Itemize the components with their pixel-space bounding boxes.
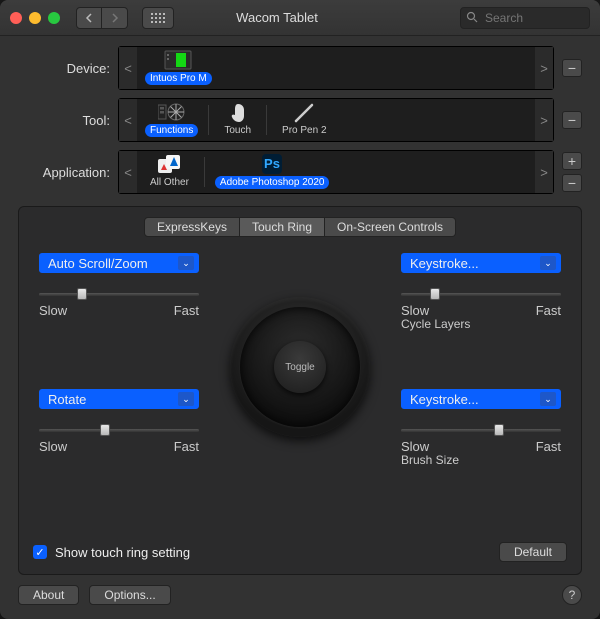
- quadrant-bottom-left: Rotate ⌄ Slow Fast: [39, 389, 199, 454]
- wacom-preferences-window: Wacom Tablet Device: < Intuos Pro M: [0, 0, 600, 619]
- application-item-label: All Other: [145, 176, 194, 189]
- application-scroll-left-button[interactable]: <: [119, 151, 137, 193]
- slow-label: Slow: [401, 303, 429, 318]
- settings-panel: ExpressKeys Touch Ring On-Screen Control…: [18, 206, 582, 575]
- help-button[interactable]: ?: [562, 585, 582, 605]
- function-popup-br[interactable]: Keystroke... ⌄: [401, 389, 561, 409]
- checkbox-checked-icon: ✓: [33, 545, 47, 559]
- fast-label: Fast: [174, 439, 199, 454]
- about-button[interactable]: About: [18, 585, 79, 605]
- chevron-down-icon: ⌄: [178, 256, 194, 270]
- tool-item-label: Pro Pen 2: [277, 124, 331, 137]
- function-label: Keystroke...: [410, 392, 479, 407]
- options-button[interactable]: Options...: [89, 585, 170, 605]
- chevron-down-icon: ⌄: [540, 256, 556, 270]
- photoshop-icon: Ps: [258, 153, 286, 175]
- all-other-icon: [155, 153, 183, 175]
- touch-ring-settings: Toggle Auto Scroll/Zoom ⌄ Slow Fast Keyst…: [33, 253, 567, 534]
- tool-item-functions[interactable]: Functions: [141, 101, 202, 139]
- svg-text:Ps: Ps: [264, 156, 280, 171]
- device-row: Device: < Intuos Pro M > −: [18, 46, 582, 90]
- application-item-photoshop[interactable]: Ps Adobe Photoshop 2020: [211, 153, 334, 191]
- speed-slider-tr[interactable]: [401, 287, 561, 301]
- toggle-label: Toggle: [285, 362, 314, 373]
- tool-item-label: Functions: [145, 124, 198, 137]
- minimize-window-button[interactable]: [29, 12, 41, 24]
- application-remove-button[interactable]: −: [562, 174, 582, 192]
- touch-icon: [224, 101, 252, 123]
- show-touch-ring-setting-checkbox[interactable]: ✓ Show touch ring setting: [33, 545, 190, 560]
- tab-touch-ring[interactable]: Touch Ring: [240, 217, 325, 237]
- tool-item-label: Touch: [219, 124, 256, 137]
- close-window-button[interactable]: [10, 12, 22, 24]
- device-label: Device:: [18, 61, 110, 76]
- checkbox-label: Show touch ring setting: [55, 545, 190, 560]
- tool-track: < Functions Touch: [118, 98, 554, 142]
- titlebar: Wacom Tablet: [0, 0, 600, 36]
- footer: About Options... ?: [0, 585, 600, 619]
- function-description: Brush Size: [401, 453, 561, 467]
- search-field-wrap: [460, 7, 590, 29]
- quadrant-top-right: Keystroke... ⌄ Slow Fast Cycle Layers: [401, 253, 561, 331]
- tab-on-screen-controls[interactable]: On-Screen Controls: [325, 217, 456, 237]
- application-track: < All Other Ps Adobe Photoshop 2020: [118, 150, 554, 194]
- device-remove-button[interactable]: −: [562, 59, 582, 77]
- application-item-all-other[interactable]: All Other: [141, 153, 198, 191]
- panel-bottom-row: ✓ Show touch ring setting Default: [33, 534, 567, 562]
- application-row: Application: < All Other Ps: [18, 150, 582, 194]
- device-track: < Intuos Pro M >: [118, 46, 554, 90]
- slow-label: Slow: [39, 303, 67, 318]
- tool-label: Tool:: [18, 113, 110, 128]
- fast-label: Fast: [536, 439, 561, 454]
- chevron-down-icon: ⌄: [178, 392, 194, 406]
- function-description: Cycle Layers: [401, 317, 561, 331]
- function-popup-tr[interactable]: Keystroke... ⌄: [401, 253, 561, 273]
- slow-label: Slow: [401, 439, 429, 454]
- tab-expresskeys[interactable]: ExpressKeys: [144, 217, 240, 237]
- fast-label: Fast: [536, 303, 561, 318]
- device-item-label: Intuos Pro M: [145, 72, 212, 85]
- device-scroll-left-button[interactable]: <: [119, 47, 137, 89]
- device-scroll-right-button[interactable]: >: [535, 47, 553, 89]
- application-add-button[interactable]: +: [562, 152, 582, 170]
- function-label: Keystroke...: [410, 256, 479, 271]
- traffic-lights: [10, 12, 60, 24]
- speed-slider-bl[interactable]: [39, 423, 199, 437]
- quadrant-top-left: Auto Scroll/Zoom ⌄ Slow Fast: [39, 253, 199, 318]
- zoom-window-button[interactable]: [48, 12, 60, 24]
- fast-label: Fast: [174, 303, 199, 318]
- speed-slider-tl[interactable]: [39, 287, 199, 301]
- tool-scroll-left-button[interactable]: <: [119, 99, 137, 141]
- speed-slider-br[interactable]: [401, 423, 561, 437]
- application-item-label: Adobe Photoshop 2020: [215, 176, 330, 189]
- tool-scroll-right-button[interactable]: >: [535, 99, 553, 141]
- function-popup-tl[interactable]: Auto Scroll/Zoom ⌄: [39, 253, 199, 273]
- tablet-icon: [164, 49, 192, 71]
- window-title: Wacom Tablet: [102, 10, 452, 25]
- tool-item-pro-pen-2[interactable]: Pro Pen 2: [273, 101, 335, 139]
- function-label: Auto Scroll/Zoom: [48, 256, 148, 271]
- application-scroll-right-button[interactable]: >: [535, 151, 553, 193]
- quadrant-bottom-right: Keystroke... ⌄ Slow Fast Brush Size: [401, 389, 561, 467]
- back-button[interactable]: [76, 7, 102, 29]
- device-item-intuos-pro-m[interactable]: Intuos Pro M: [141, 49, 216, 87]
- slow-label: Slow: [39, 439, 67, 454]
- pen-icon: [290, 101, 318, 123]
- function-popup-bl[interactable]: Rotate ⌄: [39, 389, 199, 409]
- toggle-button[interactable]: Toggle: [274, 341, 326, 393]
- search-icon: [466, 11, 478, 23]
- function-label: Rotate: [48, 392, 86, 407]
- touch-ring-visual: Toggle: [230, 297, 370, 437]
- chevron-down-icon: ⌄: [540, 392, 556, 406]
- tool-remove-button[interactable]: −: [562, 111, 582, 129]
- tool-row: Tool: < Functions Touch: [18, 98, 582, 142]
- search-input[interactable]: [460, 7, 590, 29]
- default-button[interactable]: Default: [499, 542, 567, 562]
- application-label: Application:: [18, 165, 110, 180]
- selector-section: Device: < Intuos Pro M > − Tool: <: [0, 36, 600, 200]
- functions-icon: [158, 101, 186, 123]
- tab-bar: ExpressKeys Touch Ring On-Screen Control…: [33, 217, 567, 237]
- tool-item-touch[interactable]: Touch: [215, 101, 260, 139]
